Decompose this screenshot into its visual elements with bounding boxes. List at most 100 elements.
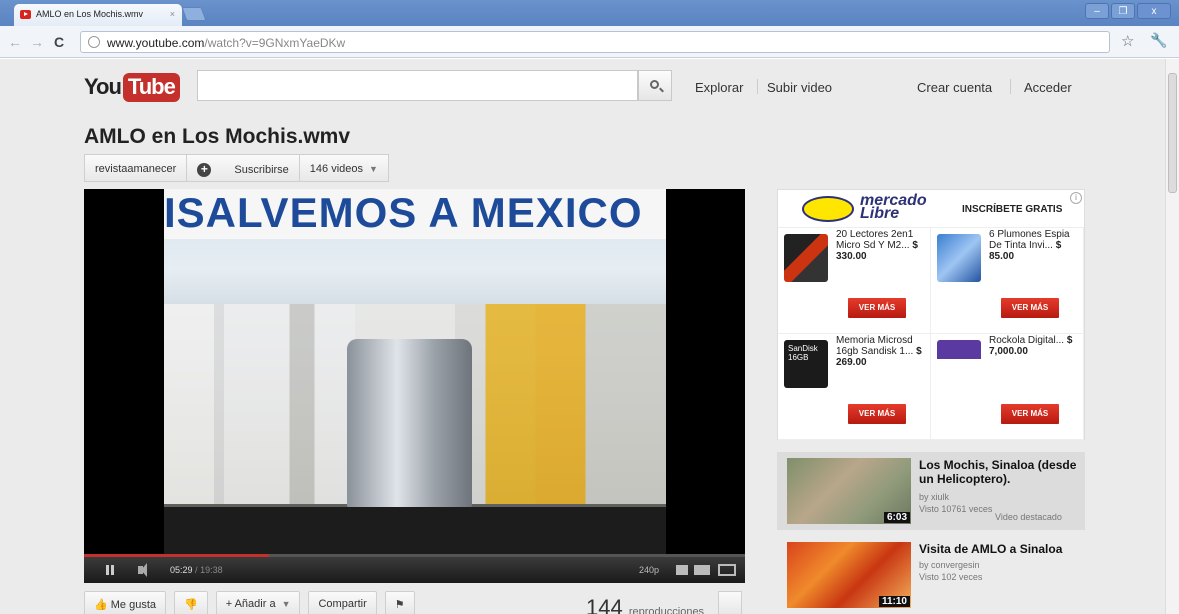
view-count: 144 reproducciones <box>586 595 704 614</box>
ad-header: mercado Libre INSCRÍBETE GRATIS i <box>778 190 1084 228</box>
ad-product[interactable]: SanDisk 16GB Memoria Microsd 16gb Sandis… <box>778 334 931 440</box>
maximize-button[interactable]: ❐ <box>1111 3 1135 19</box>
ml-brand-2: Libre <box>860 205 900 222</box>
create-account-link[interactable]: Crear cuenta <box>917 80 992 95</box>
video-duration-badge: 6:03 <box>883 512 910 523</box>
ver-mas-button[interactable]: VER MÁS <box>1001 404 1059 424</box>
divider <box>757 79 758 94</box>
video-count-label: 146 videos <box>309 163 364 175</box>
sandisk-card-image: SanDisk 16GB <box>784 340 828 388</box>
video-player[interactable]: ISALVEMOS A MEXICO 05:29 / 19:38 240p <box>84 189 745 583</box>
video-thumbnail[interactable]: 6:03 <box>787 458 911 524</box>
upload-link[interactable]: Subir video <box>767 80 832 95</box>
related-video-item[interactable]: 6:03 Los Mochis, Sinaloa (desde un Helic… <box>777 452 1085 530</box>
ad-signup-link[interactable]: INSCRÍBETE GRATIS <box>962 204 1062 215</box>
related-video-views: Visto 102 veces <box>919 572 983 582</box>
explore-link[interactable]: Explorar <box>695 80 743 95</box>
url-host: www.youtube.com <box>107 36 205 50</box>
wrench-icon[interactable]: 🔧 <box>1150 32 1167 49</box>
new-tab-button[interactable] <box>181 7 207 21</box>
ver-mas-button[interactable]: VER MÁS <box>848 404 906 424</box>
video-stage <box>164 507 666 557</box>
video-thumbnail[interactable]: 11:10 <box>787 542 911 608</box>
youtube-logo[interactable]: You Tube <box>84 72 180 102</box>
tab-close-icon[interactable]: × <box>170 9 175 19</box>
related-videos: 6:03 Los Mochis, Sinaloa (desde un Helic… <box>777 452 1085 612</box>
minimize-button[interactable]: – <box>1085 3 1109 19</box>
bookmark-star-icon[interactable]: ☆ <box>1121 32 1134 50</box>
close-window-button[interactable]: x <box>1137 3 1171 19</box>
sign-in-link[interactable]: Acceder <box>1024 80 1072 95</box>
view-count-label: reproducciones <box>628 606 705 614</box>
small-player-icon[interactable] <box>676 565 688 575</box>
add-to-button[interactable]: + Añadir a ▼ <box>215 591 301 614</box>
duration: 19:38 <box>200 565 223 575</box>
volume-icon[interactable] <box>138 563 147 577</box>
back-arrow-icon[interactable]: ← <box>8 34 22 50</box>
current-time: 05:29 <box>170 565 193 575</box>
chevron-down-icon: ▼ <box>369 164 378 174</box>
video-podium <box>347 339 472 509</box>
globe-icon <box>88 36 100 48</box>
video-actions: 👍 Me gusta 👎 + Añadir a ▼ Compartir ⚑ <box>84 591 415 614</box>
stats-button[interactable] <box>718 591 742 614</box>
search-input[interactable] <box>197 70 638 101</box>
share-button[interactable]: Compartir <box>308 591 377 614</box>
page-scrollbar[interactable] <box>1165 59 1179 614</box>
fullscreen-icon[interactable] <box>718 564 736 576</box>
related-video-item[interactable]: 11:10 Visita de AMLO a Sinaloa by conver… <box>777 536 1085 614</box>
mercadolibre-logo[interactable]: mercado Libre <box>802 193 942 224</box>
ad-product[interactable]: 20 Lectores 2en1 Micro Sd Y M2... $ 330.… <box>778 228 931 334</box>
ad-product[interactable]: Rockola Digital... $ 7,000.00 VER MÁS <box>931 334 1084 440</box>
spy-pen-image <box>937 234 981 282</box>
thumbs-down-icon: 👎 <box>184 599 198 611</box>
related-video-views: Visto 10761 veces <box>919 504 993 514</box>
player-controls: 05:29 / 19:38 240p <box>84 557 745 583</box>
ver-mas-button[interactable]: VER MÁS <box>1001 298 1059 318</box>
related-video-title[interactable]: Visita de AMLO a Sinaloa <box>919 542 1085 556</box>
product-name: Memoria Microsd 16gb Sandisk 1... <box>836 335 914 357</box>
address-bar[interactable]: www.youtube.com/watch?v=9GNxmYaeDKw <box>80 31 1110 53</box>
related-video-author: by xiulk <box>919 492 950 502</box>
flag-icon: ⚑ <box>394 599 405 611</box>
featured-label: Video destacado <box>995 512 1062 522</box>
logo-tube: Tube <box>122 72 180 102</box>
product-name: Rockola Digital... <box>989 335 1065 346</box>
tab-title: AMLO en Los Mochis.wmv <box>36 9 144 19</box>
related-video-title[interactable]: Los Mochis, Sinaloa (desde un Helicopter… <box>919 458 1085 486</box>
large-player-icon[interactable] <box>694 565 710 575</box>
ad-info-icon[interactable]: i <box>1070 192 1082 204</box>
ver-mas-button[interactable]: VER MÁS <box>848 298 906 318</box>
plus-icon: + <box>197 163 212 177</box>
flag-button[interactable]: ⚑ <box>384 591 415 614</box>
chevron-down-icon: ▼ <box>281 599 291 609</box>
jukebox-image <box>937 340 981 388</box>
pause-icon[interactable] <box>106 565 114 575</box>
search-icon <box>650 80 659 89</box>
window-controls: – ❐ x <box>1085 3 1171 19</box>
thumbs-up-icon: 👍 <box>94 599 108 611</box>
mercadolibre-ad[interactable]: mercado Libre INSCRÍBETE GRATIS i 20 Lect… <box>777 189 1085 440</box>
page-title: AMLO en Los Mochis.wmv <box>84 125 351 148</box>
dislike-button[interactable]: 👎 <box>174 591 208 614</box>
youtube-page: You Tube Explorar Subir video Crear cuen… <box>0 59 1179 614</box>
reload-icon[interactable]: C <box>54 34 64 50</box>
divider <box>1010 79 1011 94</box>
ad-product[interactable]: 6 Plumones Espia De Tinta Invi... $ 85.0… <box>931 228 1084 334</box>
scrollbar-thumb[interactable] <box>1168 73 1177 193</box>
add-to-label: + Añadir a <box>225 598 276 610</box>
handshake-icon <box>802 196 854 222</box>
quality-button[interactable]: 240p <box>639 565 659 575</box>
like-button[interactable]: 👍 Me gusta <box>84 591 167 614</box>
browser-tab[interactable]: AMLO en Los Mochis.wmv × <box>14 4 182 26</box>
video-banner-text: ISALVEMOS A MEXICO <box>164 189 666 239</box>
video-frame[interactable]: ISALVEMOS A MEXICO <box>164 189 666 557</box>
ad-product-grid: 20 Lectores 2en1 Micro Sd Y M2... $ 330.… <box>778 228 1084 440</box>
time-display: 05:29 / 19:38 <box>170 565 223 575</box>
search-button[interactable] <box>638 70 672 101</box>
product-name: 20 Lectores 2en1 Micro Sd Y M2... <box>836 229 914 251</box>
video-count-button[interactable]: 146 videos ▼ <box>298 154 389 182</box>
forward-arrow-icon[interactable]: → <box>30 34 44 50</box>
channel-name-button[interactable]: revistaamanecer <box>84 154 188 182</box>
subscribe-button[interactable]: + Suscribirse <box>186 154 300 182</box>
